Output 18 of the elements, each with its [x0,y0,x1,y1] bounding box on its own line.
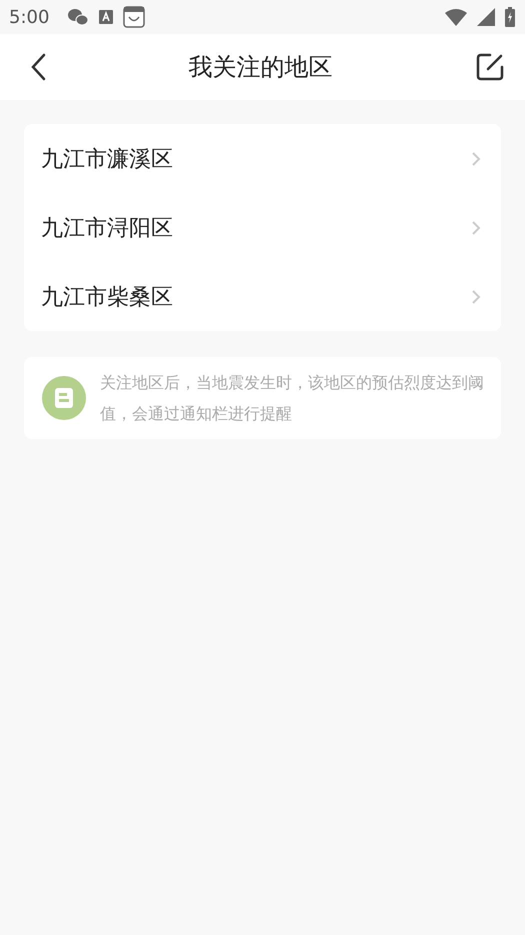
bag-icon [123,6,146,28]
chat-icon [67,8,90,26]
page-title: 我关注的地区 [188,52,332,83]
app-icon [99,9,114,25]
status-time: 5:00 [9,6,50,28]
region-item[interactable]: 九江市濂溪区 [24,124,501,193]
chevron-icon [471,288,481,304]
chevron-icon [471,220,481,236]
battery-icon [505,7,515,27]
signal-icon [477,8,495,26]
notice-text: 关注地区后，当地震发生时，该地区的预估烈度达到阈值，会通过通知栏进行提醒 [100,372,485,425]
notice-icon [42,376,86,420]
region-item[interactable]: 九江市柴桑区 [24,262,501,331]
back-button[interactable] [30,53,46,81]
wifi-icon [445,8,467,26]
region-item[interactable]: 九江市浔阳区 [24,193,501,262]
chevron-icon [471,150,481,166]
edit-button[interactable] [475,52,505,82]
